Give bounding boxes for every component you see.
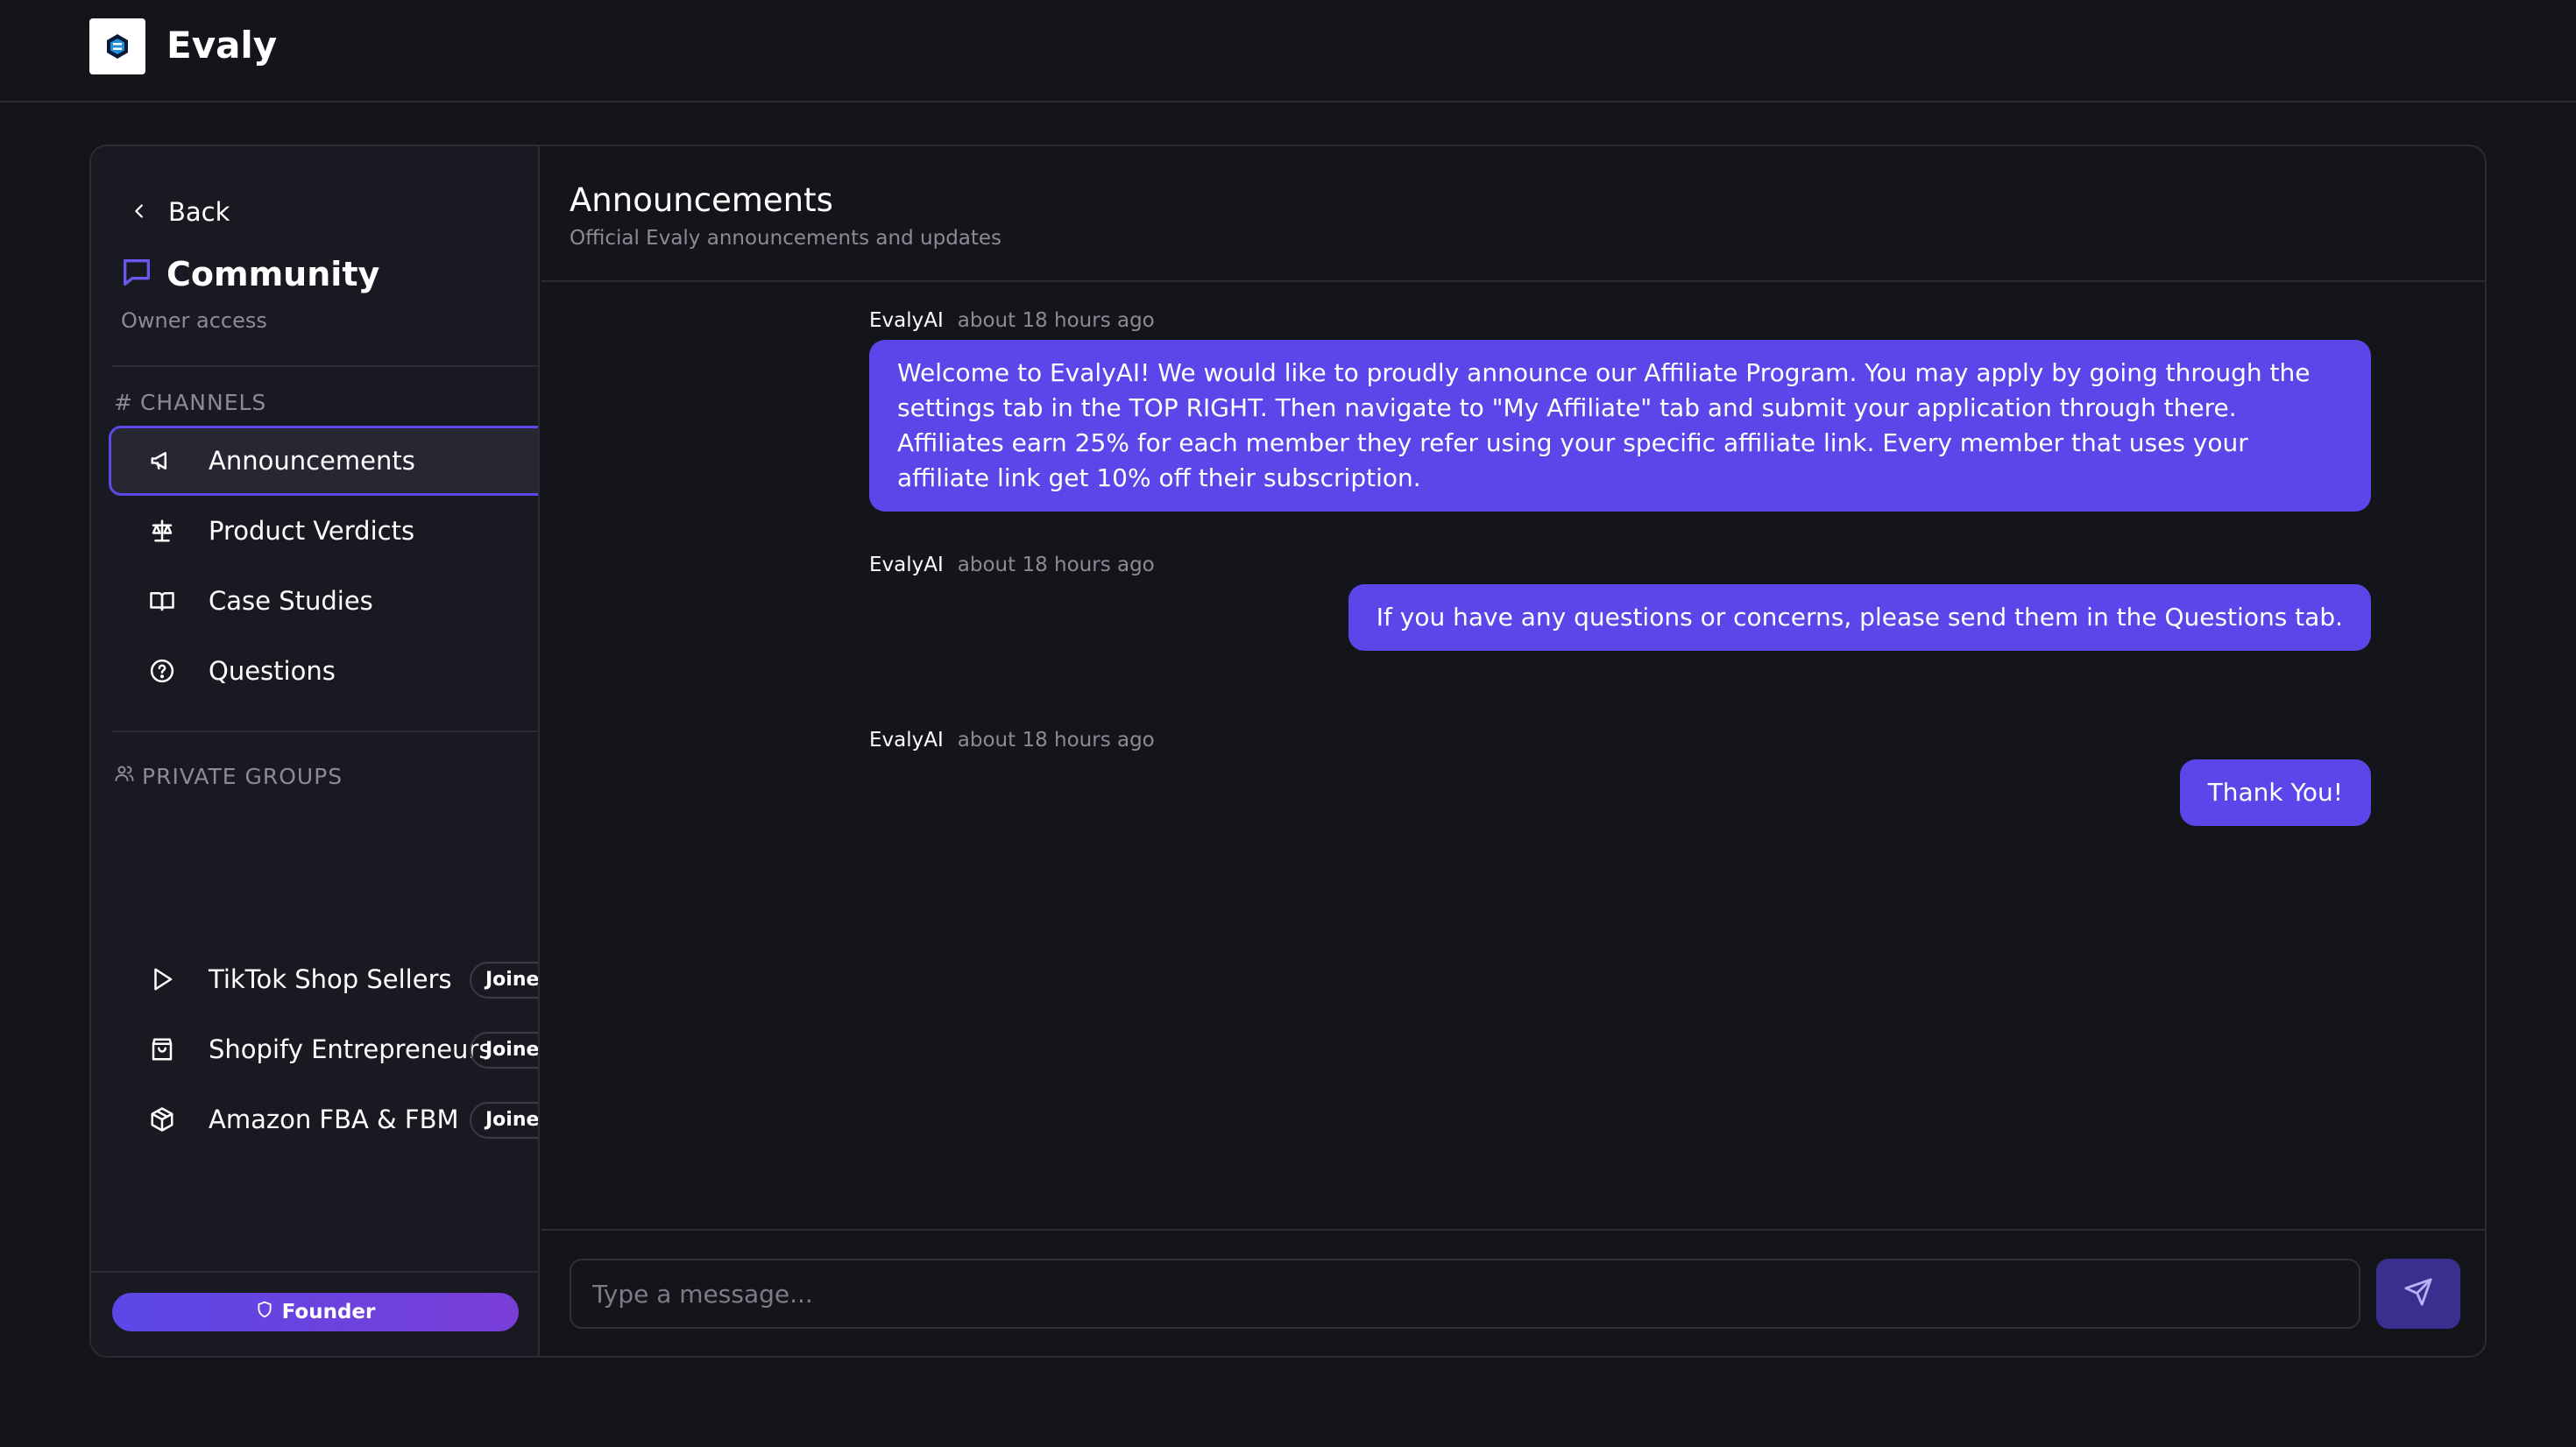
play-icon: [147, 964, 177, 994]
message-author: EvalyAI: [869, 729, 944, 752]
message-item: EvalyAI about 18 hours ago If you have a…: [869, 554, 2473, 676]
founder-label: Founder: [281, 1301, 376, 1323]
sidebar-footer-divider: [91, 1271, 538, 1273]
access-label: Owner access: [121, 308, 267, 333]
channel-label: Case Studies: [209, 586, 373, 616]
private-groups-section-label: PRIVATE GROUPS: [114, 763, 343, 789]
hash-icon: #: [114, 390, 133, 415]
message-input[interactable]: [570, 1259, 2360, 1329]
private-groups-label-text: PRIVATE GROUPS: [142, 763, 343, 789]
divider: [112, 731, 538, 732]
channel-questions[interactable]: Questions: [109, 636, 538, 706]
message-meta: EvalyAI about 18 hours ago: [869, 309, 1155, 332]
channel-label: Questions: [209, 656, 336, 686]
question-circle-icon: [147, 656, 177, 686]
channel-header: Announcements Official Evaly announcemen…: [541, 146, 2485, 282]
group-label: Amazon FBA & FBM: [209, 1105, 459, 1134]
community-card: Back Community Owner access # CHANNELS A…: [89, 145, 2487, 1358]
top-bar: Evaly: [0, 0, 2576, 102]
message-bubble: Thank You!: [2179, 759, 2371, 826]
back-button[interactable]: Back: [130, 190, 230, 234]
message-meta: EvalyAI about 18 hours ago: [869, 554, 1155, 576]
brand-name: Evaly: [166, 24, 278, 67]
community-header: Community: [119, 255, 379, 293]
message-timestamp: about 18 hours ago: [957, 309, 1155, 332]
channel-case-studies[interactable]: Case Studies: [109, 566, 538, 636]
shopping-bag-icon: [147, 1034, 177, 1064]
megaphone-icon: [147, 446, 177, 476]
channels-section-label: # CHANNELS: [114, 390, 266, 415]
channel-subtitle: Official Evaly announcements and updates: [570, 227, 1002, 250]
message-timestamp: about 18 hours ago: [957, 729, 1155, 752]
send-icon: [2403, 1277, 2433, 1310]
community-title: Community: [166, 255, 380, 293]
message-author: EvalyAI: [869, 309, 944, 332]
shield-icon: [256, 1301, 273, 1323]
scale-icon: [147, 516, 177, 546]
divider: [112, 365, 538, 367]
message-composer: [541, 1229, 2485, 1356]
joined-badge: Joined: [470, 962, 538, 999]
evaly-logo-icon[interactable]: [89, 18, 145, 74]
back-label: Back: [168, 197, 230, 227]
message-item: EvalyAI about 18 hours ago Thank You! EV: [869, 729, 2473, 851]
joined-badge: Joined: [470, 1032, 538, 1069]
package-icon: [147, 1105, 177, 1134]
channel-label: Product Verdicts: [209, 516, 415, 546]
chat-bubble-icon: [119, 255, 154, 293]
message-author: EvalyAI: [869, 554, 944, 576]
message-bubble: If you have any questions or concerns, p…: [1348, 584, 2371, 651]
message-item: EvalyAI about 18 hours ago Welcome to Ev…: [869, 309, 2473, 512]
sidebar: Back Community Owner access # CHANNELS A…: [91, 146, 540, 1356]
message-timestamp: about 18 hours ago: [957, 554, 1155, 576]
chevron-left-icon: [130, 197, 149, 227]
message-meta: EvalyAI about 18 hours ago: [869, 729, 1155, 752]
group-label: Shopify Entrepreneurs: [209, 1034, 492, 1064]
founder-badge[interactable]: Founder: [112, 1293, 519, 1331]
book-icon: [147, 586, 177, 616]
users-icon: [114, 763, 135, 789]
group-label: TikTok Shop Sellers: [209, 964, 452, 994]
channel-product-verdicts[interactable]: Product Verdicts: [109, 496, 538, 566]
channels-label-text: CHANNELS: [139, 390, 267, 415]
channel-announcements[interactable]: Announcements: [109, 426, 538, 496]
send-button[interactable]: [2376, 1259, 2460, 1329]
channel-title: Announcements: [570, 181, 833, 219]
message-bubble: Welcome to EvalyAI! We would like to pro…: [869, 340, 2371, 512]
joined-badge: Joined: [470, 1102, 538, 1139]
channel-label: Announcements: [209, 446, 415, 476]
